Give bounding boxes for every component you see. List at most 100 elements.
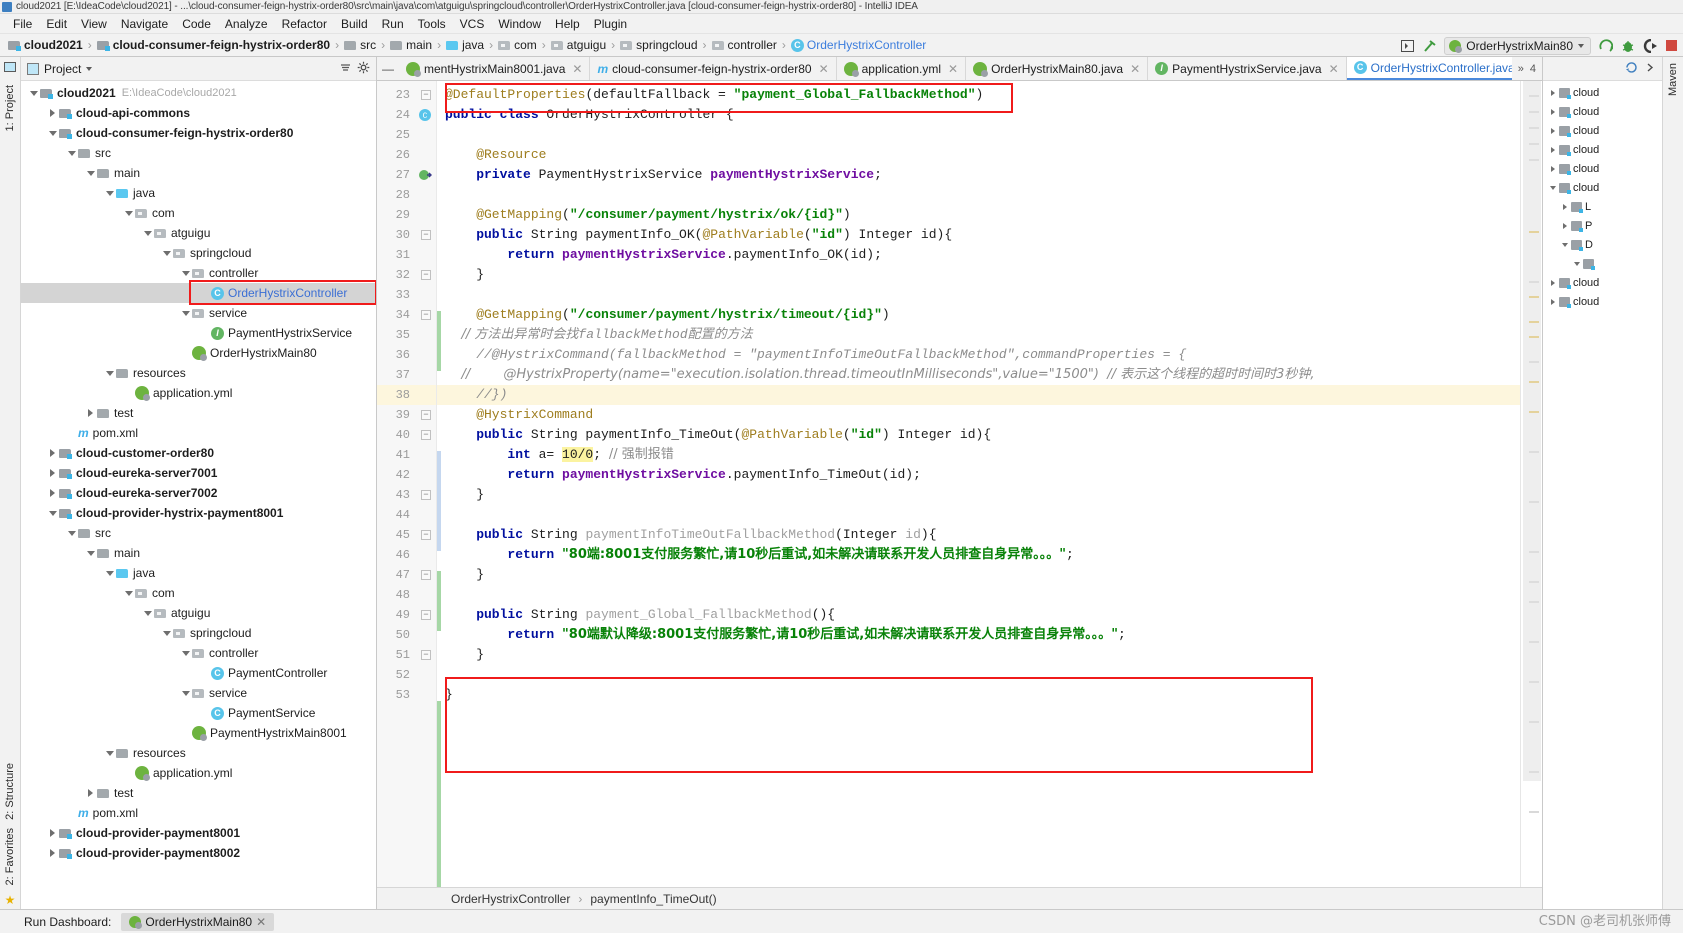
chevron-right-icon[interactable] (1547, 125, 1559, 137)
line-number[interactable]: 32− (377, 265, 436, 285)
code-line[interactable] (437, 505, 1520, 525)
line-number[interactable]: 34− (377, 305, 436, 325)
chevron-down-icon[interactable] (1559, 239, 1571, 251)
line-number[interactable]: 31 (377, 245, 436, 265)
vcs-change-marker[interactable] (437, 451, 441, 551)
close-icon[interactable]: ✕ (1329, 62, 1339, 76)
editor-tab-application-yml[interactable]: application.yml ✕ (836, 57, 967, 80)
line-number[interactable]: 46 (377, 545, 436, 565)
tree-item[interactable]: cloud-provider-hystrix-payment8001 (21, 503, 376, 523)
chevron-down-icon[interactable] (179, 267, 192, 280)
code-fold-icon[interactable]: − (421, 230, 431, 240)
run-icon[interactable] (1598, 38, 1613, 53)
code-line[interactable]: } (437, 485, 1520, 505)
breadcrumb-item-cloud2021[interactable]: cloud2021 (6, 36, 85, 55)
tree-item[interactable]: src (21, 143, 376, 163)
tree-item[interactable]: cloud-eureka-server7001 (21, 463, 376, 483)
maven-tree-item[interactable]: L (1543, 197, 1662, 216)
maven-tree-item[interactable]: P (1543, 216, 1662, 235)
maven-tree-item[interactable]: cloud (1543, 178, 1662, 197)
debug-icon[interactable] (1620, 38, 1635, 53)
tree-item[interactable]: service (21, 303, 376, 323)
line-number[interactable]: 51− (377, 645, 436, 665)
close-icon[interactable]: ✕ (1130, 62, 1140, 76)
chevron-right-icon[interactable] (1547, 144, 1559, 156)
build-hammer-icon[interactable] (1422, 38, 1437, 53)
chevron-down-icon[interactable] (84, 547, 97, 560)
sidebar-item-structure[interactable]: 2: Structure (4, 763, 16, 820)
chevron-down-icon[interactable] (179, 307, 192, 320)
menu-item-view[interactable]: View (74, 16, 114, 32)
maven-tree-item[interactable]: cloud (1543, 140, 1662, 159)
chevron-down-icon[interactable] (65, 147, 78, 160)
menu-item-tools[interactable]: Tools (411, 16, 453, 32)
menu-item-file[interactable]: File (6, 16, 39, 32)
chevron-down-icon[interactable] (27, 87, 40, 100)
line-number[interactable]: 47− (377, 565, 436, 585)
line-number[interactable]: 49− (377, 605, 436, 625)
breadcrumb-item-src[interactable]: src (342, 36, 378, 55)
chevron-down-icon[interactable] (122, 207, 135, 220)
maven-tree-item[interactable] (1543, 254, 1662, 273)
chevron-down-icon[interactable] (84, 167, 97, 180)
chevron-right-icon[interactable] (46, 447, 59, 460)
vcs-change-marker[interactable] (437, 571, 441, 631)
code-line[interactable]: @Resource (437, 145, 1520, 165)
line-number[interactable]: 42 (377, 465, 436, 485)
code-line[interactable]: } (437, 685, 1520, 705)
tab-overflow-chevron-icon[interactable]: » (1518, 63, 1524, 75)
run-configuration-selector[interactable]: OrderHystrixMain80 (1444, 36, 1591, 55)
breadcrumb-item-java[interactable]: java (444, 36, 486, 55)
chevron-right-icon[interactable] (1547, 296, 1559, 308)
run-dashboard-label[interactable]: Run Dashboard: (24, 915, 111, 929)
maven-tree-item[interactable]: cloud (1543, 102, 1662, 121)
chevron-down-icon[interactable] (86, 66, 93, 71)
error-stripe-mark[interactable] (1529, 811, 1539, 813)
code-line[interactable] (437, 665, 1520, 685)
chevron-right-icon[interactable] (46, 827, 59, 840)
chevron-down-icon[interactable] (179, 687, 192, 700)
close-icon[interactable]: ✕ (948, 62, 958, 76)
menu-item-refactor[interactable]: Refactor (275, 16, 334, 32)
code-line[interactable]: @GetMapping("/consumer/payment/hystrix/t… (437, 305, 1520, 325)
code-line[interactable]: return "80端默认降级:8001支付服务繁忙,请10秒后重试,如未解决请… (437, 625, 1520, 645)
code-line[interactable]: private PaymentHystrixService paymentHys… (437, 165, 1520, 185)
line-number[interactable]: 25 (377, 125, 436, 145)
tree-item[interactable]: main (21, 543, 376, 563)
close-icon[interactable]: ✕ (256, 915, 266, 929)
code-line[interactable]: return "80端:8001支付服务繁忙,请10秒后重试,如未解决请联系开发… (437, 545, 1520, 565)
line-number[interactable]: 40− (377, 425, 436, 445)
tree-item[interactable]: C PaymentController (21, 663, 376, 683)
code-line[interactable] (437, 585, 1520, 605)
maven-tree-item[interactable]: cloud (1543, 83, 1662, 102)
code-line[interactable]: //}) (437, 385, 1520, 405)
line-number-gutter[interactable]: 23−24 C 25 26 27 28 29 30−31 32−33 34−35 36 37 38 39−… (377, 81, 437, 887)
code-line[interactable]: int a= 10/0; // 强制报错 (437, 445, 1520, 465)
menu-item-analyze[interactable]: Analyze (218, 16, 275, 32)
code-line[interactable]: @DefaultProperties(defaultFallback = "pa… (437, 85, 1520, 105)
editor-tab-menthystrixmain8001-java[interactable]: mentHystrixMain8001.java ✕ (399, 57, 591, 80)
tree-item[interactable]: service (21, 683, 376, 703)
maven-tree-item[interactable]: D (1543, 235, 1662, 254)
tree-item[interactable]: cloud-customer-order80 (21, 443, 376, 463)
tree-item[interactable]: cloud-api-commons (21, 103, 376, 123)
project-tree[interactable]: cloud2021 E:\IdeaCode\cloud2021 cloud-api-… (21, 81, 376, 909)
code-line[interactable]: public String paymentInfoTimeOutFallback… (437, 525, 1520, 545)
chevron-down-icon[interactable] (103, 187, 116, 200)
chevron-down-icon[interactable] (46, 507, 59, 520)
project-tool-icon[interactable] (3, 61, 17, 77)
breadcrumb-item-com[interactable]: com (496, 36, 539, 55)
tree-item[interactable]: java (21, 183, 376, 203)
code-fold-icon[interactable]: − (421, 530, 431, 540)
editor-scrollbar-thumb[interactable] (1523, 81, 1541, 781)
breadcrumb-item-orderhystrixcontroller[interactable]: C OrderHystrixController (789, 36, 928, 55)
tree-item[interactable]: C OrderHystrixController (21, 283, 376, 303)
line-number[interactable]: 43− (377, 485, 436, 505)
chevron-right-icon[interactable] (1645, 62, 1656, 76)
sidebar-item-project[interactable]: 1: Project (4, 85, 16, 131)
chevron-down-icon[interactable] (1571, 258, 1583, 270)
chevron-right-icon[interactable] (46, 467, 59, 480)
tree-item[interactable]: com (21, 583, 376, 603)
menu-item-build[interactable]: Build (334, 16, 375, 32)
run-with-coverage-icon[interactable] (1642, 38, 1657, 53)
